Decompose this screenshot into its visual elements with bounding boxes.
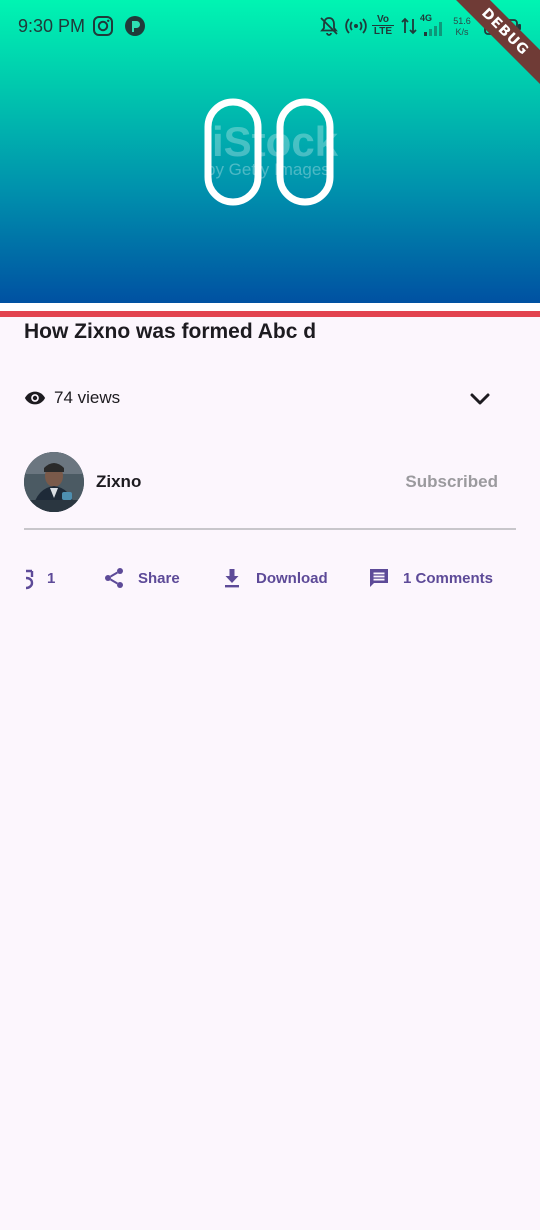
- actions-row: 1 Share Download 1 Comments: [0, 562, 540, 594]
- player-display-digits: [204, 98, 334, 206]
- like-button[interactable]: 1: [0, 562, 55, 594]
- net-speed-value: 51.6: [453, 16, 471, 26]
- status-time: 9:30 PM: [18, 16, 86, 36]
- eye-icon: [24, 391, 46, 405]
- avatar[interactable]: [24, 452, 84, 512]
- download-button[interactable]: Download: [220, 562, 328, 594]
- video-title: How Zixno was formed Abc d: [24, 320, 317, 343]
- download-icon: [225, 569, 239, 588]
- net-speed: 51.6 K/s: [452, 16, 472, 38]
- divider: [24, 528, 516, 530]
- video-player[interactable]: iStock by Getty Images 9:30 PM Vo LTE 4G…: [0, 0, 540, 303]
- hotspot-icon: [345, 18, 367, 34]
- channel-row: Zixno Subscribed: [24, 452, 516, 512]
- app-notification-icon: [125, 16, 145, 36]
- share-label: Share: [138, 569, 180, 587]
- subscribe-button[interactable]: Subscribed: [405, 472, 498, 492]
- channel-name[interactable]: Zixno: [96, 472, 141, 492]
- data-transfer-icon: [401, 17, 417, 35]
- comment-icon: [370, 569, 388, 587]
- volte-indicator: Vo LTE: [372, 14, 394, 37]
- chevron-down-icon[interactable]: [466, 385, 494, 413]
- volte-bottom-text: LTE: [372, 25, 394, 37]
- volte-top-text: Vo: [376, 14, 390, 25]
- net-speed-unit: K/s: [455, 27, 469, 37]
- like-count: 1: [47, 569, 56, 587]
- thumbs-up-icon: [25, 569, 34, 590]
- player-progress-bar[interactable]: [0, 311, 540, 317]
- comments-label: 1 Comments: [403, 569, 494, 587]
- signal-icon: [424, 22, 442, 36]
- player-progress-track[interactable]: [0, 303, 540, 311]
- share-button[interactable]: Share: [102, 562, 180, 594]
- views-count: 74 views: [54, 388, 121, 407]
- notifications-off-icon: [320, 17, 338, 36]
- views-row: 74 views: [24, 386, 120, 410]
- share-icon: [105, 568, 123, 588]
- instagram-icon: [93, 16, 113, 36]
- download-label: Download: [256, 569, 328, 587]
- comments-button[interactable]: 1 Comments: [367, 562, 493, 594]
- avatar-image: [24, 452, 84, 512]
- status-bar: 9:30 PM Vo LTE 4G 51.6 K/s: [0, 0, 540, 56]
